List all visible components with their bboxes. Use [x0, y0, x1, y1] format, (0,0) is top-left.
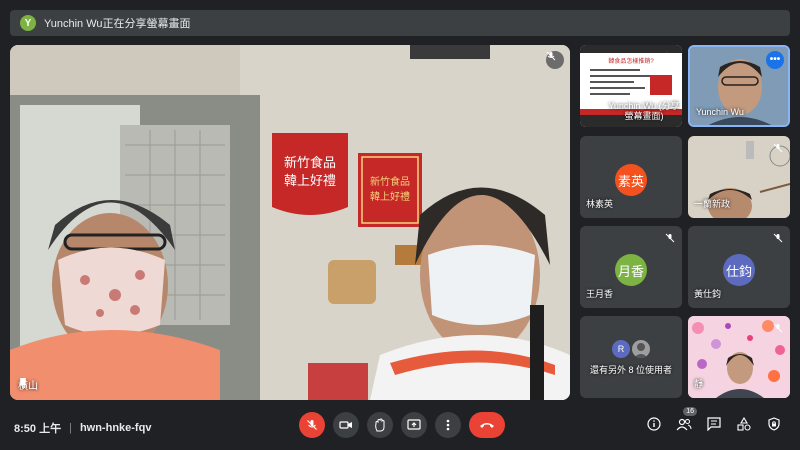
activities-button[interactable]	[734, 414, 754, 434]
activities-icon	[737, 417, 751, 431]
shield-lock-icon	[768, 417, 780, 431]
meeting-details-button[interactable]	[644, 414, 664, 434]
main-tile-name: 橫山	[18, 377, 38, 392]
main-video-feed: 新竹食品 韓上好禮 新竹食品 韓上好禮	[10, 45, 570, 400]
tile-huang-shijun-mic-off-icon	[771, 231, 785, 245]
hand-icon	[375, 418, 385, 432]
tile-jing-name: 靜	[694, 379, 704, 389]
svg-text:新竹食品: 新竹食品	[370, 175, 410, 188]
tile-wang-yuexiang-name: 王月香	[586, 289, 614, 299]
separator: |	[69, 422, 72, 434]
avatar-photo	[632, 340, 650, 358]
call-controls	[299, 412, 505, 438]
side-panel-buttons: 16	[644, 407, 784, 434]
host-controls-button[interactable]	[764, 414, 784, 434]
avatar: R	[612, 340, 630, 358]
leave-call-button[interactable]	[469, 412, 505, 438]
avatar: 素英	[615, 164, 647, 196]
people-icon	[676, 418, 692, 431]
tile-yunchin-wu[interactable]: ••• Yunchin Wu	[688, 45, 790, 127]
tile-screen-share-name: Yunchin Wu (分享螢幕畫面)	[608, 101, 680, 121]
avatar: 仕鈞	[723, 254, 755, 286]
main-video-tile[interactable]: 新竹食品 韓上好禮 新竹食品 韓上好禮 橫山	[10, 45, 570, 400]
mic-off-icon	[307, 420, 317, 430]
tile-wang-yuexiang-mic-off-icon	[663, 231, 677, 245]
raise-hand-button[interactable]	[367, 412, 393, 438]
tile-lin-suying-name: 林素英	[586, 199, 614, 209]
more-vert-icon	[446, 419, 450, 431]
tile-video-participant-name: 一蘭新政	[694, 199, 731, 209]
present-screen-button[interactable]	[401, 412, 427, 438]
mic-toggle-button[interactable]	[299, 412, 325, 438]
meet-window: Y Yunchin Wu正在分享螢幕畫面 新竹食品 韓上好禮 新竹食品 韓上好禮…	[0, 0, 800, 450]
main-tile-mic-off-icon	[546, 51, 564, 69]
clock-time: 8:50 上午	[14, 423, 62, 435]
meeting-info: 8:50 上午 | hwn-hnke-fqv	[14, 420, 151, 436]
people-count-badge: 16	[683, 407, 697, 416]
more-options-button[interactable]	[435, 412, 461, 438]
info-icon	[647, 417, 661, 431]
hang-up-icon	[480, 423, 494, 428]
tile-screen-share-mic-off-icon	[663, 50, 677, 64]
poster-1-text: 新竹食品	[284, 155, 336, 170]
chat-icon	[707, 417, 721, 431]
avatar: 月香	[615, 254, 647, 286]
presenter-avatar: Y	[20, 15, 36, 31]
svg-text:韓上好禮: 韓上好禮	[284, 173, 336, 188]
tile-lin-suying[interactable]: 素英 林素英	[580, 136, 682, 218]
people-button[interactable]: 16	[674, 407, 697, 434]
bottom-toolbar: 8:50 上午 | hwn-hnke-fqv 16	[0, 406, 800, 450]
tile-jing-mic-off-icon	[771, 321, 785, 335]
svg-text:韓食品怎樣推銷?: 韓食品怎樣推銷?	[608, 57, 654, 65]
tile-video-participant-mic-off-icon	[771, 141, 785, 155]
meeting-code: hwn-hnke-fqv	[79, 422, 152, 434]
tile-other-participants[interactable]: R 還有另外 8 位使用者	[580, 316, 682, 398]
tile-video-participant[interactable]: 一蘭新政	[688, 136, 790, 218]
tile-yunchin-wu-name: Yunchin Wu	[696, 107, 744, 117]
tile-screen-share[interactable]: 韓食品怎樣推銷? Yunchin Wu (分享螢幕畫面)	[580, 45, 682, 127]
other-participants-label: 還有另外 8 位使用者	[590, 365, 673, 375]
tile-wang-yuexiang[interactable]: 月香 王月香	[580, 226, 682, 308]
tile-huang-shijun-name: 黃仕鈞	[694, 289, 722, 299]
camera-icon	[339, 421, 352, 429]
presentation-banner-text: Yunchin Wu正在分享螢幕畫面	[44, 18, 191, 30]
chat-button[interactable]	[704, 414, 724, 434]
tile-jing[interactable]: 靜	[688, 316, 790, 398]
present-icon	[407, 419, 421, 430]
camera-toggle-button[interactable]	[333, 412, 359, 438]
svg-text:韓上好禮: 韓上好禮	[370, 190, 410, 203]
pin-icon	[19, 378, 27, 389]
presentation-banner[interactable]: Y Yunchin Wu正在分享螢幕畫面	[10, 10, 790, 36]
tile-huang-shijun[interactable]: 仕鈞 黃仕鈞	[688, 226, 790, 308]
tile-more-options-button[interactable]: •••	[766, 51, 784, 69]
